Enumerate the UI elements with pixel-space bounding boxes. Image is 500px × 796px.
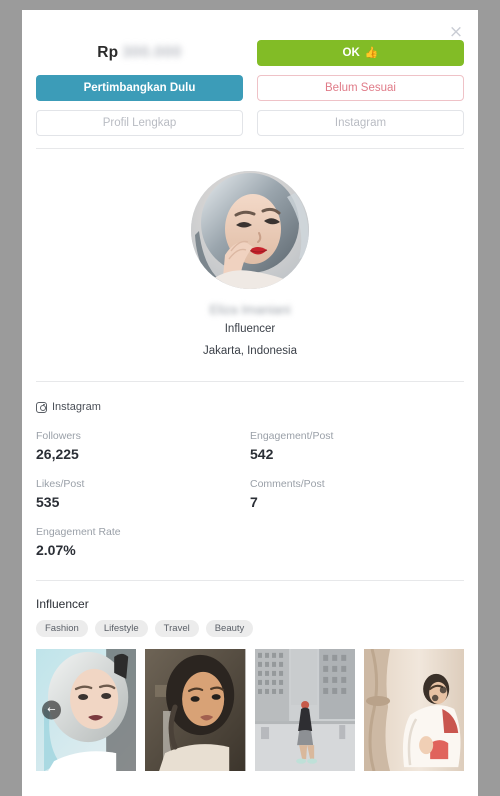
consider-cell: Pertimbangkan Dulu <box>36 75 243 101</box>
backdrop-rule-2 <box>0 60 22 61</box>
stat-label: Likes/Post <box>36 478 85 490</box>
offer-price: Rp 300.000 <box>97 44 182 62</box>
influencer-detail-modal: × Rp 300.000 OK 👍 Pertimbangkan Dulu Bel… <box>22 10 478 796</box>
stat-label: Engagement/Post <box>250 430 334 442</box>
instagram-icon <box>36 401 47 413</box>
action-row-secondary: Pertimbangkan Dulu Belum Sesuai <box>36 75 464 101</box>
backdrop-top-strip <box>0 0 500 10</box>
tag-chip[interactable]: Beauty <box>205 620 254 637</box>
tag-row: Fashion Lifestyle Travel Beauty <box>36 620 464 637</box>
price-currency: Rp <box>97 44 119 61</box>
ok-cell: OK 👍 <box>257 40 464 66</box>
backdrop-left-strip <box>0 0 22 796</box>
backdrop-right-scrollbar[interactable] <box>478 0 500 796</box>
not-suitable-button[interactable]: Belum Sesuai <box>257 75 464 101</box>
divider-below-stats <box>36 580 464 581</box>
avatar <box>191 171 309 289</box>
influencer-name-redacted: Eliza Imaniani <box>209 302 291 317</box>
action-row-links: Profil Lengkap Instagram <box>36 110 464 136</box>
gallery-image-4 <box>363 648 464 771</box>
stat-value: 26,225 <box>36 446 79 462</box>
stat-value: 535 <box>36 494 60 510</box>
influencer-location: Jakarta, Indonesia <box>203 345 297 357</box>
tag-chip[interactable]: Lifestyle <box>94 620 148 637</box>
categories-section: Influencer Fashion Lifestyle Travel Beau… <box>22 597 478 637</box>
stat-comments-per-post: Comments/Post 7 <box>250 478 464 510</box>
stat-label: Followers <box>36 430 81 442</box>
stat-label: Engagement Rate <box>36 526 121 538</box>
profile-section: Eliza Imaniani Influencer Jakarta, Indon… <box>22 149 478 357</box>
categories-heading: Influencer <box>36 597 89 611</box>
backdrop-rule-1 <box>0 10 22 11</box>
price-cell: Rp 300.000 <box>36 40 243 66</box>
stats-section: Instagram Followers 26,225 Engagement/Po… <box>22 401 478 558</box>
ok-button-label: OK <box>342 47 360 59</box>
influencer-role: Influencer <box>224 323 276 335</box>
gallery-image-2 <box>145 648 246 771</box>
stat-followers: Followers 26,225 <box>36 430 250 462</box>
gallery-prev-icon[interactable]: ← <box>42 700 61 719</box>
stat-empty-cell <box>250 526 464 558</box>
full-profile-cell: Profil Lengkap <box>36 110 243 136</box>
consider-later-button[interactable]: Pertimbangkan Dulu <box>36 75 243 101</box>
instagram-cell: Instagram <box>257 110 464 136</box>
gallery-item[interactable]: ← <box>36 648 137 771</box>
stat-likes-per-post: Likes/Post 535 <box>36 478 250 510</box>
price-amount-redacted: 300.000 <box>122 44 182 61</box>
thumbs-up-icon: 👍 <box>364 46 379 59</box>
backdrop-rule-3 <box>478 718 500 719</box>
gallery-image-3 <box>254 648 355 771</box>
stat-value: 542 <box>250 446 274 462</box>
tag-chip[interactable]: Fashion <box>36 620 88 637</box>
action-row-primary: Rp 300.000 OK 👍 <box>36 40 464 66</box>
instagram-link-button[interactable]: Instagram <box>257 110 464 136</box>
stats-grid: Followers 26,225 Engagement/Post 542 Lik… <box>36 430 464 558</box>
gallery-item[interactable] <box>254 648 355 771</box>
stat-engagement-per-post: Engagement/Post 542 <box>250 430 464 462</box>
divider-below-profile <box>36 381 464 382</box>
full-profile-button[interactable]: Profil Lengkap <box>36 110 243 136</box>
media-gallery: ← <box>22 637 478 771</box>
stat-label: Comments/Post <box>250 478 325 490</box>
reject-cell: Belum Sesuai <box>257 75 464 101</box>
avatar-portrait-graphic <box>191 171 309 289</box>
gallery-item[interactable] <box>145 648 246 771</box>
tag-chip[interactable]: Travel <box>154 620 199 637</box>
platform-row: Instagram <box>36 401 464 413</box>
close-icon[interactable]: × <box>444 20 468 44</box>
stat-value: 7 <box>250 494 258 510</box>
action-panel: Rp 300.000 OK 👍 Pertimbangkan Dulu Belum… <box>22 10 478 136</box>
stat-engagement-rate: Engagement Rate 2.07% <box>36 526 250 558</box>
stat-value: 2.07% <box>36 542 76 558</box>
platform-name: Instagram <box>52 401 101 413</box>
ok-button[interactable]: OK 👍 <box>257 40 464 66</box>
gallery-item[interactable] <box>363 648 464 771</box>
